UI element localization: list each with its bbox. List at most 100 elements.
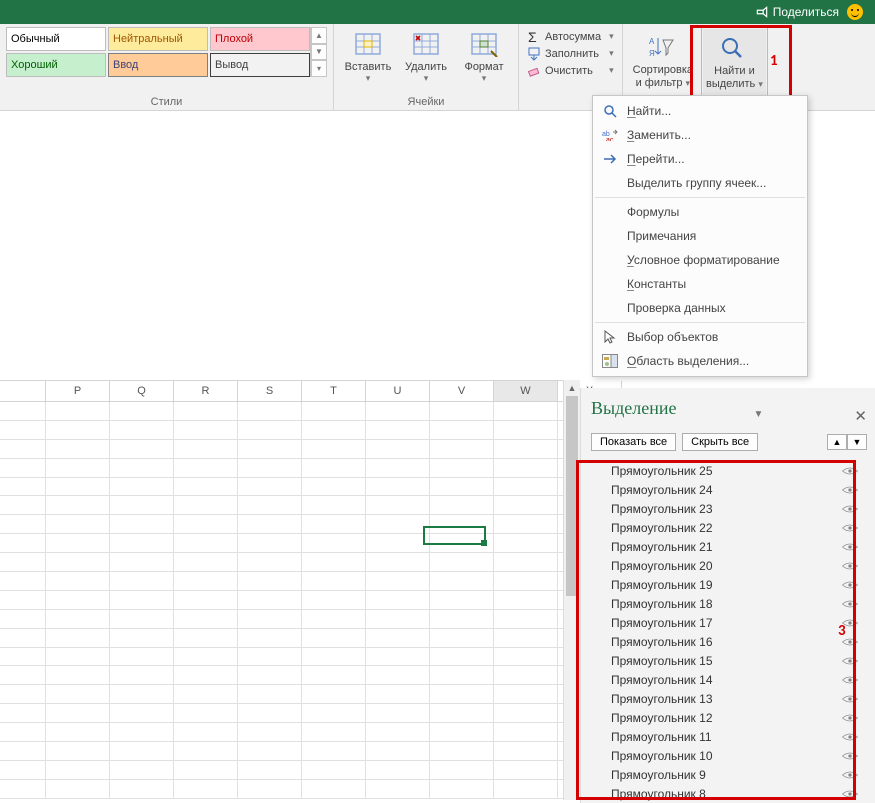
visibility-eye-icon[interactable]	[841, 713, 859, 723]
cell-styles-gallery[interactable]: Обычный Нейтральный Плохой Хороший Ввод …	[6, 27, 310, 77]
col-header-S[interactable]: S	[238, 381, 302, 401]
shape-list-item[interactable]: Прямоугольник 15	[591, 651, 867, 670]
shape-list-item[interactable]: Прямоугольник 24	[591, 480, 867, 499]
grid-row[interactable]	[0, 648, 570, 667]
grid-row[interactable]	[0, 591, 570, 610]
grid-row[interactable]	[0, 478, 570, 497]
menu-formulas[interactable]: Формулы	[595, 200, 805, 224]
grid-row[interactable]	[0, 704, 570, 723]
gallery-more[interactable]: ▾	[311, 60, 327, 77]
worksheet-grid[interactable]: PQRSTUVWX	[0, 380, 570, 803]
grid-row[interactable]	[0, 723, 570, 742]
style-output[interactable]: Вывод	[210, 53, 310, 77]
find-select-button[interactable]: Найти ивыделить ▾	[701, 27, 768, 97]
vertical-scrollbar[interactable]: ▲	[563, 380, 580, 800]
visibility-eye-icon[interactable]	[841, 694, 859, 704]
menu-validation[interactable]: Проверка данных	[595, 296, 805, 320]
grid-row[interactable]	[0, 742, 570, 761]
shape-list-item[interactable]: Прямоугольник 14	[591, 670, 867, 689]
shape-list-item[interactable]: Прямоугольник 20	[591, 556, 867, 575]
shape-list-item[interactable]: Прямоугольник 22	[591, 518, 867, 537]
menu-comments[interactable]: Примечания	[595, 224, 805, 248]
col-header-Q[interactable]: Q	[110, 381, 174, 401]
menu-replace[interactable]: abac Заменить...	[595, 123, 805, 147]
col-header-P[interactable]: P	[46, 381, 110, 401]
shape-list-item[interactable]: Прямоугольник 17	[591, 613, 867, 632]
grid-row[interactable]	[0, 610, 570, 629]
grid-row[interactable]	[0, 553, 570, 572]
grid-row[interactable]	[0, 440, 570, 459]
scroll-thumb[interactable]	[566, 396, 578, 596]
col-header-U[interactable]: U	[366, 381, 430, 401]
menu-selection-pane[interactable]: Область выделения...	[595, 349, 805, 373]
insert-cells-button[interactable]: Вставить ▾	[340, 27, 396, 84]
shape-list-item[interactable]: Прямоугольник 25	[591, 461, 867, 480]
pane-options-dropdown[interactable]: ▼	[754, 409, 764, 420]
col-header-T[interactable]: T	[302, 381, 366, 401]
clear-button[interactable]: Очистить▾	[525, 63, 616, 79]
hide-all-button[interactable]: Скрыть все	[682, 433, 758, 451]
menu-select-objects[interactable]: Выбор объектов	[595, 325, 805, 349]
grid-row[interactable]	[0, 572, 570, 591]
visibility-eye-icon[interactable]	[841, 675, 859, 685]
visibility-eye-icon[interactable]	[841, 599, 859, 609]
show-all-button[interactable]: Показать все	[591, 433, 676, 451]
reorder-down-button[interactable]: ▼	[847, 434, 867, 450]
grid-row[interactable]	[0, 629, 570, 648]
menu-goto-special[interactable]: Выделить группу ячеек...	[595, 171, 805, 195]
shape-list[interactable]: Прямоугольник 25Прямоугольник 24Прямоуго…	[591, 461, 867, 803]
shape-list-item[interactable]: Прямоугольник 23	[591, 499, 867, 518]
style-normal[interactable]: Обычный	[6, 27, 106, 51]
shape-list-item[interactable]: Прямоугольник 16	[591, 632, 867, 651]
shape-list-item[interactable]: Прямоугольник 13	[591, 689, 867, 708]
menu-goto[interactable]: Перейти...	[595, 147, 805, 171]
visibility-eye-icon[interactable]	[841, 580, 859, 590]
visibility-eye-icon[interactable]	[841, 466, 859, 476]
col-header-W[interactable]: W	[494, 381, 558, 401]
visibility-eye-icon[interactable]	[841, 656, 859, 666]
visibility-eye-icon[interactable]	[841, 542, 859, 552]
delete-cells-button[interactable]: Удалить ▾	[398, 27, 454, 84]
share-button[interactable]: Поделиться	[755, 5, 839, 19]
shape-list-item[interactable]: Прямоугольник 11	[591, 727, 867, 746]
grid-row[interactable]	[0, 761, 570, 780]
grid-row[interactable]	[0, 496, 570, 515]
format-cells-button[interactable]: Формат ▾	[456, 27, 512, 84]
gallery-scroll-up[interactable]: ▲	[311, 27, 327, 44]
col-header-V[interactable]: V	[430, 381, 494, 401]
visibility-eye-icon[interactable]	[841, 751, 859, 761]
feedback-smiley-icon[interactable]	[847, 4, 863, 20]
shape-list-item[interactable]: Прямоугольник 9	[591, 765, 867, 784]
gallery-scroll-down[interactable]: ▼	[311, 44, 327, 61]
menu-find[interactable]: Найти...	[595, 99, 805, 123]
visibility-eye-icon[interactable]	[841, 561, 859, 571]
column-headers[interactable]: PQRSTUVWX	[0, 380, 570, 402]
visibility-eye-icon[interactable]	[841, 770, 859, 780]
menu-constants[interactable]: Константы	[595, 272, 805, 296]
visibility-eye-icon[interactable]	[841, 504, 859, 514]
autosum-button[interactable]: Σ Автосумма▾	[525, 29, 616, 45]
reorder-up-button[interactable]: ▲	[827, 434, 847, 450]
grid-row[interactable]	[0, 666, 570, 685]
visibility-eye-icon[interactable]	[841, 789, 859, 799]
grid-row[interactable]	[0, 685, 570, 704]
shape-list-item[interactable]: Прямоугольник 8	[591, 784, 867, 803]
pane-close-button[interactable]: ✕	[854, 407, 867, 425]
style-good[interactable]: Хороший	[6, 53, 106, 77]
grid-row[interactable]	[0, 459, 570, 478]
grid-row[interactable]	[0, 780, 570, 799]
fill-button[interactable]: Заполнить▾	[525, 46, 616, 62]
sort-filter-button[interactable]: AЯ Сортировкаи фильтр ▾	[629, 27, 697, 95]
visibility-eye-icon[interactable]	[841, 485, 859, 495]
grid-row[interactable]	[0, 421, 570, 440]
shape-list-item[interactable]: Прямоугольник 21	[591, 537, 867, 556]
style-neutral[interactable]: Нейтральный	[108, 27, 208, 51]
shape-list-item[interactable]: Прямоугольник 19	[591, 575, 867, 594]
shape-list-item[interactable]: Прямоугольник 12	[591, 708, 867, 727]
scroll-up-button[interactable]: ▲	[564, 380, 580, 396]
shape-list-item[interactable]: Прямоугольник 18	[591, 594, 867, 613]
menu-condfmt[interactable]: Условное форматирование	[595, 248, 805, 272]
style-input[interactable]: Ввод	[108, 53, 208, 77]
visibility-eye-icon[interactable]	[841, 732, 859, 742]
style-bad[interactable]: Плохой	[210, 27, 310, 51]
